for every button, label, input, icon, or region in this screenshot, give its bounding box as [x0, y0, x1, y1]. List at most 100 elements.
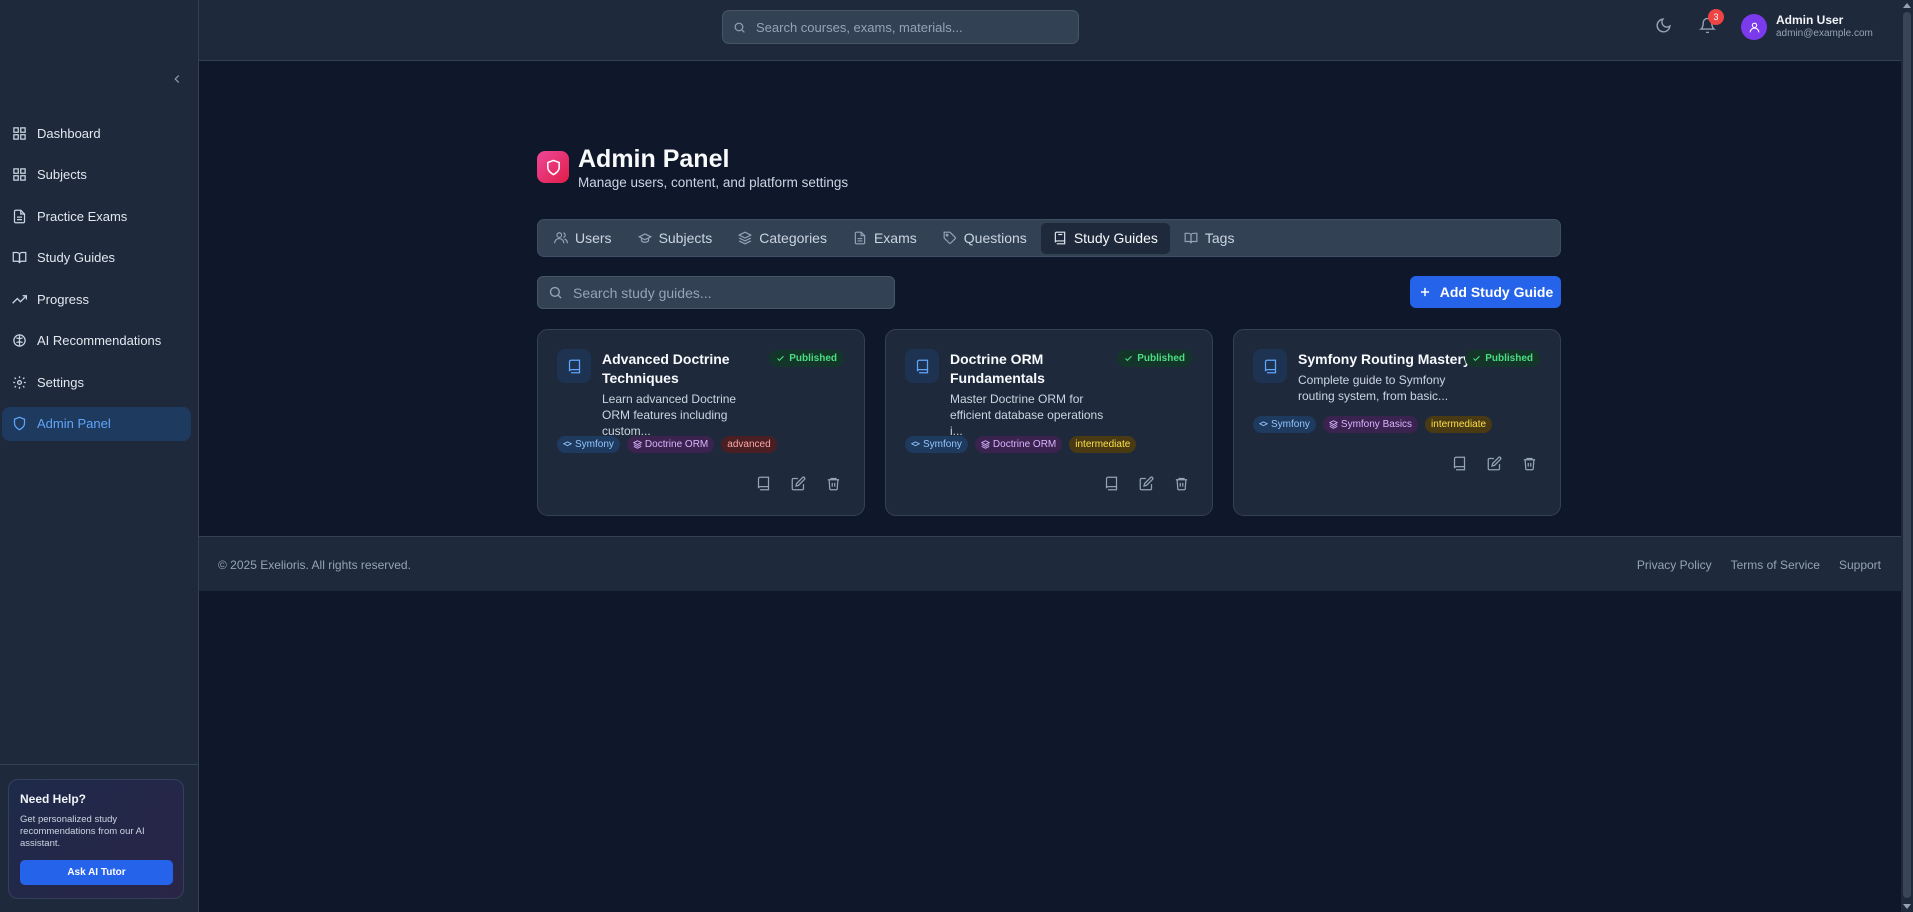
tab-categories[interactable]: Categories [726, 223, 839, 254]
study-guide-card: Symfony Routing Mastery Complete guide t… [1233, 329, 1561, 516]
sidebar-item-dashboard[interactable]: Dashboard [2, 116, 191, 150]
sidebar-item-label: Study Guides [37, 250, 116, 265]
help-card: Need Help? Get personalized study recomm… [8, 779, 184, 899]
moon-icon[interactable] [1655, 17, 1672, 34]
users-icon [554, 232, 568, 244]
trash-icon[interactable] [1172, 474, 1190, 492]
book-icon [557, 349, 591, 383]
status-label: Published [1137, 353, 1185, 364]
card-title: Doctrine ORM Fundamentals [950, 351, 1045, 386]
graduation-cap-icon [1259, 421, 1268, 427]
subject-tag: Symfony [557, 436, 620, 453]
brain-icon [13, 334, 26, 347]
scroll-thumb[interactable] [1903, 12, 1911, 898]
tab-subjects[interactable]: Subjects [626, 223, 725, 254]
trash-icon[interactable] [824, 474, 842, 492]
grid-icon [13, 168, 26, 181]
book-icon [905, 349, 939, 383]
category-label: Symfony Basics [1340, 419, 1413, 430]
check-icon [777, 355, 785, 362]
check-icon [1125, 355, 1133, 362]
scroll-up-arrow[interactable] [1903, 3, 1911, 8]
study-guide-card: Advanced Doctrine Techniques Learn advan… [537, 329, 865, 516]
card-description: Complete guide to Symfony routing system… [1298, 373, 1449, 403]
sidebar-nav: Dashboard Subjects Practice Exams Study … [0, 116, 199, 448]
plus-icon [1420, 287, 1429, 297]
graduation-cap-icon [637, 233, 652, 243]
category-tag: Symfony Basics [1322, 416, 1419, 433]
sidebar-item-study-guides[interactable]: Study Guides [2, 241, 191, 275]
book-open-icon [12, 251, 27, 264]
page-subtitle: Manage users, content, and platform sett… [578, 175, 849, 190]
sidebar-item-ai-recommendations[interactable]: AI Recommendations [2, 324, 191, 358]
trending-up-icon [12, 294, 27, 304]
sidebar-item-subjects[interactable]: Subjects [2, 158, 191, 192]
sidebar-item-label: AI Recommendations [37, 333, 162, 348]
scroll-down-arrow[interactable] [1903, 904, 1911, 909]
scrollbar[interactable] [1901, 0, 1913, 912]
tab-questions[interactable]: Questions [931, 223, 1039, 254]
user-name: Admin User [1776, 13, 1844, 27]
edit-icon[interactable] [1485, 454, 1503, 472]
book-icon[interactable] [754, 474, 772, 492]
study-guide-search[interactable] [537, 276, 895, 309]
level-tag: intermediate [1069, 436, 1137, 453]
global-search[interactable] [722, 10, 1079, 44]
sidebar-item-label: Admin Panel [37, 416, 111, 431]
sidebar-divider [0, 764, 199, 765]
sidebar-item-admin-panel[interactable]: Admin Panel [2, 406, 191, 441]
terms-of-service-link[interactable]: Terms of Service [1731, 558, 1820, 572]
help-text: Get personalized study recommendations f… [20, 814, 145, 849]
graduation-cap-icon [563, 441, 572, 447]
book-icon[interactable] [1102, 474, 1120, 492]
search-icon [549, 286, 562, 299]
sidebar-item-label: Settings [37, 374, 84, 390]
file-text-icon [854, 231, 866, 245]
copyright: © 2025 Exelioris. All rights reserved. [218, 558, 411, 572]
edit-icon[interactable] [1137, 474, 1155, 492]
sidebar-item-label: Subjects [37, 167, 87, 182]
tag-icon [943, 231, 956, 244]
status-badge: Published [1465, 350, 1540, 367]
tab-exams[interactable]: Exams [841, 223, 929, 254]
privacy-policy-link[interactable]: Privacy Policy [1637, 558, 1712, 572]
chevron-left-icon[interactable] [168, 70, 186, 88]
card-description: Learn advanced Doctrine ORM features inc… [602, 392, 737, 438]
study-guide-search-input[interactable] [573, 284, 873, 301]
book-icon [1253, 349, 1287, 383]
avatar[interactable] [1741, 14, 1767, 40]
tab-label: Users [575, 230, 612, 246]
add-study-guide-label: Add Study Guide [1439, 284, 1554, 300]
sidebar-item-progress[interactable]: Progress [2, 282, 191, 316]
edit-icon[interactable] [789, 474, 807, 492]
ask-ai-tutor-button[interactable]: Ask AI Tutor [20, 860, 173, 885]
sidebar-item-practice-exams[interactable]: Practice Exams [2, 199, 191, 233]
level-tag: advanced [721, 436, 777, 453]
status-badge: Published [1117, 350, 1192, 367]
tab-users[interactable]: Users [542, 223, 624, 254]
tag-row: Symfony Doctrine ORM advanced [557, 436, 784, 453]
status-label: Published [789, 353, 837, 364]
level-tag: intermediate [1425, 416, 1493, 433]
gear-icon [13, 375, 26, 389]
global-search-input[interactable] [756, 19, 1056, 35]
tab-label: Questions [963, 230, 1027, 246]
sidebar-item-label: Progress [37, 291, 90, 307]
subject-tag: Symfony [905, 436, 968, 453]
tab-label: Tags [1204, 230, 1235, 246]
status-label: Published [1485, 353, 1533, 364]
category-tag: Doctrine ORM [626, 436, 715, 453]
footer: © 2025 Exelioris. All rights reserved. P… [199, 536, 1901, 591]
category-label: Doctrine ORM [992, 439, 1057, 450]
add-study-guide-button[interactable]: Add Study Guide [1410, 276, 1561, 308]
trash-icon[interactable] [1520, 454, 1538, 472]
graduation-cap-icon [911, 441, 920, 447]
study-guide-card: Doctrine ORM Fundamentals Master Doctrin… [885, 329, 1213, 516]
tab-study-guides[interactable]: Study Guides [1040, 222, 1170, 254]
layers-icon [1328, 420, 1338, 429]
sidebar-item-settings[interactable]: Settings [2, 365, 191, 399]
book-icon[interactable] [1450, 454, 1468, 472]
tab-tags[interactable]: Tags [1172, 223, 1247, 254]
support-link[interactable]: Support [1839, 558, 1881, 572]
book-open-icon [1184, 232, 1198, 244]
